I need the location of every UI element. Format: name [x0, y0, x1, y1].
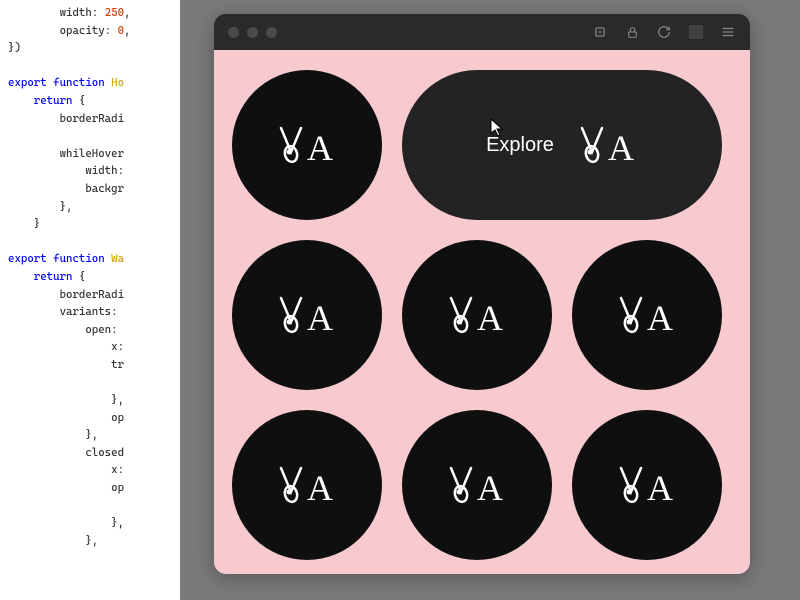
window-titlebar — [214, 14, 750, 50]
logo-pill[interactable]: A — [572, 410, 722, 560]
logo-icon: A — [277, 462, 337, 508]
refresh-icon[interactable] — [656, 24, 672, 40]
browser-preview-window: A Explore A A A A A — [214, 14, 750, 574]
logo-pill[interactable]: A — [572, 240, 722, 390]
logo-pill[interactable]: A — [402, 410, 552, 560]
logo-icon: A — [447, 462, 507, 508]
logo-pill[interactable]: A — [402, 240, 552, 390]
close-dot[interactable] — [228, 27, 239, 38]
svg-text:A: A — [477, 468, 503, 508]
logo-icon: A — [617, 292, 677, 338]
share-icon[interactable] — [592, 24, 608, 40]
svg-text:A: A — [608, 128, 634, 168]
svg-text:A: A — [307, 468, 333, 508]
svg-text:A: A — [477, 298, 503, 338]
logo-icon: A — [447, 292, 507, 338]
logo-icon: A — [617, 462, 677, 508]
traffic-lights[interactable] — [228, 27, 277, 38]
logo-pill[interactable]: A — [232, 240, 382, 390]
svg-text:A: A — [647, 298, 673, 338]
logo-pill[interactable]: A — [232, 70, 382, 220]
menu-icon[interactable] — [720, 24, 736, 40]
svg-text:A: A — [307, 298, 333, 338]
explore-pill-expanded[interactable]: Explore A — [402, 70, 722, 220]
logo-icon: A — [277, 292, 337, 338]
logo-icon: A — [277, 122, 337, 168]
maximize-dot[interactable] — [266, 27, 277, 38]
grid-icon[interactable] — [688, 24, 704, 40]
lock-icon[interactable] — [624, 24, 640, 40]
logo-icon: A — [578, 122, 638, 168]
minimize-dot[interactable] — [247, 27, 258, 38]
explore-label: Explore — [486, 134, 554, 157]
logo-pill[interactable]: A — [232, 410, 382, 560]
svg-text:A: A — [647, 468, 673, 508]
code-editor-panel: width: 250, opacity: 0,}) export functio… — [0, 0, 180, 600]
svg-text:A: A — [307, 128, 333, 168]
preview-viewport: A Explore A A A A A — [214, 50, 750, 574]
